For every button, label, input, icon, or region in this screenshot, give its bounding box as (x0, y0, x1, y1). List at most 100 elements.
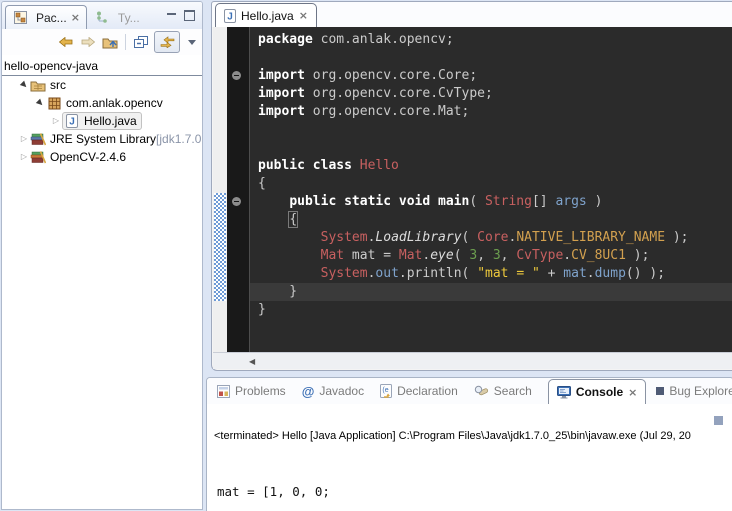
code-token: public class (258, 158, 360, 173)
expanded-arrow-icon[interactable]: ▶ (35, 98, 45, 108)
back-arrow-icon (59, 37, 73, 47)
collapse-all-icon (134, 36, 148, 49)
code-token: "mat = " (477, 266, 540, 281)
code-line[interactable]: package com.anlak.opencv; (227, 31, 732, 49)
code-line[interactable] (227, 49, 732, 67)
code-line[interactable]: { (227, 175, 732, 193)
code-line[interactable]: public class Hello (227, 157, 732, 175)
console-view: <terminated> Hello [Java Application] C:… (207, 404, 732, 511)
tab-package-explorer-label: Pac... (36, 11, 67, 25)
tree-item-opencv-library[interactable]: ▷ OpenCV-2.4.6 (2, 148, 202, 166)
editor-tab-label: Hello.java (241, 9, 294, 23)
code-token: CV_8UC1 (571, 248, 626, 263)
collapse-all-button[interactable] (132, 32, 150, 52)
code-line[interactable]: { (227, 211, 732, 229)
javadoc-icon: @ (302, 385, 315, 398)
code-token: package (258, 32, 313, 47)
svg-text:J: J (69, 117, 75, 128)
gutter (227, 247, 249, 265)
code-token (258, 194, 289, 209)
package-explorer-toolbar (2, 29, 202, 55)
expanded-arrow-icon[interactable]: ▶ (19, 80, 29, 90)
tab-package-explorer[interactable]: Pac... × (5, 5, 87, 29)
code-token: . (587, 266, 595, 281)
code-line[interactable]: public static void main( String[] args ) (227, 193, 732, 211)
back-button[interactable] (57, 32, 75, 52)
source-folder-icon (30, 78, 46, 92)
code-line[interactable]: } (227, 301, 732, 319)
fold-minus-icon[interactable] (232, 71, 241, 80)
gutter (227, 211, 249, 229)
forward-button[interactable] (79, 32, 97, 52)
code-token: () ); (626, 266, 665, 281)
tree-item-package[interactable]: ▶ com.anlak.opencv (2, 94, 202, 112)
close-icon[interactable]: × (628, 387, 637, 398)
editor-window: J Hello.java × package com.anlak.opencv;… (211, 1, 732, 371)
code-token: mat (563, 266, 586, 281)
code-token: ( (454, 248, 470, 263)
tab-declaration[interactable]: (e Declaration (380, 384, 458, 398)
collapsed-arrow-icon[interactable]: ▷ (53, 117, 59, 125)
console-output[interactable]: mat = [1, 0, 0; 0, 1, 0; 0, 0, 1] (217, 447, 330, 511)
collapsed-arrow-icon[interactable]: ▷ (21, 135, 27, 143)
tab-type-hierarchy[interactable]: Ty... (87, 6, 147, 29)
code-token: 3 (469, 248, 477, 263)
link-with-editor-icon (160, 36, 175, 48)
tree-item-jre-library[interactable]: ▷ JRE System Library [jdk1.7.0 (2, 130, 202, 148)
console-status-line: <terminated> Hello [Java Application] C:… (214, 430, 732, 442)
maximize-icon[interactable] (184, 10, 195, 21)
code-token: . (399, 266, 407, 281)
code-token: org.opencv.core.CvType; (305, 86, 493, 101)
selected-tree-item[interactable]: J Hello.java (62, 112, 142, 130)
tab-bug-explorer[interactable]: Bug Explorer (656, 384, 732, 398)
code-line[interactable]: System.LoadLibrary( Core.NATIVE_LIBRARY_… (227, 229, 732, 247)
code-token: args (555, 194, 586, 209)
code-line[interactable]: import org.opencv.core.Mat; (227, 103, 732, 121)
code-token: { (258, 176, 266, 191)
close-icon[interactable]: × (71, 12, 80, 23)
collapsed-arrow-icon[interactable]: ▷ (21, 153, 27, 161)
scroll-left-icon[interactable]: ◀ (249, 357, 255, 366)
package-explorer-tabbar: Pac... × Ty... (2, 2, 202, 29)
code-line[interactable]: import org.opencv.core.CvType; (227, 85, 732, 103)
code-line[interactable] (227, 139, 732, 157)
code-token: } (258, 284, 297, 299)
code-line[interactable]: import org.opencv.core.Core; (227, 67, 732, 85)
console-panel: Problems @ Javadoc (e Declaration (206, 377, 732, 511)
gutter (227, 157, 249, 175)
go-up-button[interactable] (101, 32, 119, 52)
link-with-editor-button[interactable] (154, 31, 180, 53)
code-token (258, 248, 321, 263)
tab-javadoc[interactable]: @ Javadoc (302, 384, 364, 398)
annotation-ruler[interactable] (213, 27, 227, 352)
view-menu-icon[interactable] (188, 40, 196, 45)
code-token: org.opencv.core.Core; (305, 68, 477, 83)
tab-console[interactable]: Console × (548, 379, 647, 404)
minimize-icon[interactable] (167, 13, 176, 18)
code-line[interactable]: System.out.println( "mat = " + mat.dump(… (227, 265, 732, 283)
code-line[interactable]: Mat mat = Mat.eye( 3, 3, CvType.CV_8UC1 … (227, 247, 732, 265)
code-line[interactable] (227, 121, 732, 139)
tree-item-project[interactable]: hello-opencv-java (2, 58, 202, 76)
gutter (227, 193, 249, 211)
close-icon[interactable]: × (299, 10, 308, 21)
code-token: LoadLibrary (375, 230, 461, 245)
code-token: System (321, 266, 368, 281)
horizontal-scrollbar[interactable]: ◀ (213, 352, 732, 369)
console-toolbar-icon[interactable] (714, 416, 723, 425)
tab-problems[interactable]: Problems (217, 384, 286, 398)
code-line[interactable]: } (227, 283, 732, 301)
tab-search[interactable]: Search (474, 384, 532, 398)
gutter (227, 139, 249, 157)
tree-item-hello-java[interactable]: ▷ J Hello.java (2, 112, 202, 130)
library-version-decoration: [jdk1.7.0 (156, 132, 201, 146)
tree-item-src[interactable]: ▶ src (2, 76, 202, 94)
code-token: dump (595, 266, 626, 281)
fold-minus-icon[interactable] (232, 197, 241, 206)
code-token: ( (462, 230, 478, 245)
code-token: Mat (321, 248, 344, 263)
code-token: import (258, 104, 305, 119)
tab-hello-java[interactable]: J Hello.java × (215, 3, 317, 27)
code-lines[interactable]: package com.anlak.opencv; import org.open… (227, 27, 732, 352)
code-token: Hello (360, 158, 399, 173)
